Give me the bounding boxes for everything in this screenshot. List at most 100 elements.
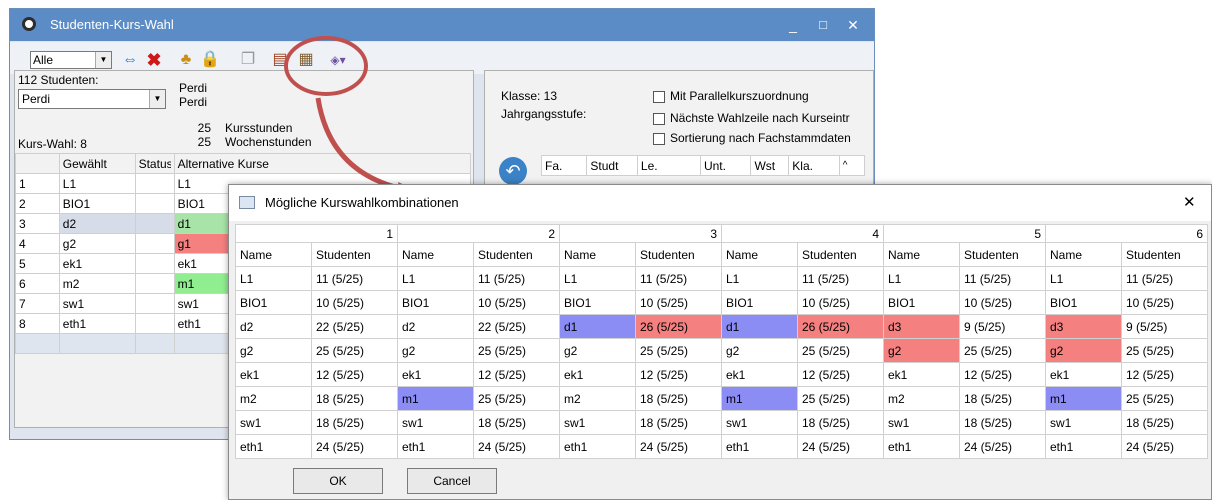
- students-cell[interactable]: 18 (5/25): [797, 410, 884, 435]
- course-name-cell[interactable]: L1: [397, 266, 474, 291]
- course-name-cell[interactable]: BIO1: [559, 290, 636, 315]
- table-row[interactable]: ek1 12 (5/25) ek1 12 (5/25) ek1 12 (5/25) ek1 1…: [235, 362, 1208, 387]
- course-name-cell[interactable]: eth1: [883, 434, 960, 459]
- students-cell[interactable]: 22 (5/25): [311, 314, 398, 339]
- students-cell[interactable]: 25 (5/25): [1121, 386, 1208, 411]
- students-cell[interactable]: 10 (5/25): [797, 290, 884, 315]
- course-name-cell[interactable]: g2: [397, 338, 474, 363]
- students-cell[interactable]: 10 (5/25): [635, 290, 722, 315]
- students-cell[interactable]: 12 (5/25): [635, 362, 722, 387]
- students-cell[interactable]: 24 (5/25): [473, 434, 560, 459]
- dialog-title-bar[interactable]: Mögliche Kurswahlkombinationen ✕: [229, 185, 1211, 221]
- students-cell[interactable]: 18 (5/25): [635, 410, 722, 435]
- students-cell[interactable]: 25 (5/25): [473, 338, 560, 363]
- course-name-cell[interactable]: m1: [721, 386, 798, 411]
- students-cell[interactable]: 26 (5/25): [797, 314, 884, 339]
- students-cell[interactable]: 12 (5/25): [959, 362, 1046, 387]
- course-name-cell[interactable]: BIO1: [1045, 290, 1122, 315]
- course-name-cell[interactable]: g2: [235, 338, 312, 363]
- ok-button[interactable]: OK: [293, 468, 383, 494]
- table-row[interactable]: d2 22 (5/25) d2 22 (5/25) d1 26 (5/25) d1 26 (5…: [235, 314, 1208, 339]
- students-cell[interactable]: 24 (5/25): [1121, 434, 1208, 459]
- students-cell[interactable]: 11 (5/25): [473, 266, 560, 291]
- table-row[interactable]: g2 25 (5/25) g2 25 (5/25) g2 25 (5/25) g2 25 (5…: [235, 338, 1208, 363]
- course-name-cell[interactable]: BIO1: [721, 290, 798, 315]
- students-cell[interactable]: 24 (5/25): [311, 434, 398, 459]
- students-cell[interactable]: 18 (5/25): [959, 410, 1046, 435]
- course-name-cell[interactable]: BIO1: [883, 290, 960, 315]
- course-name-cell[interactable]: d2: [397, 314, 474, 339]
- students-cell[interactable]: 9 (5/25): [959, 314, 1046, 339]
- students-cell[interactable]: 25 (5/25): [797, 338, 884, 363]
- students-cell[interactable]: 10 (5/25): [1121, 290, 1208, 315]
- course-name-cell[interactable]: d1: [559, 314, 636, 339]
- course-name-cell[interactable]: m2: [883, 386, 960, 411]
- table-row[interactable]: eth1 24 (5/25) eth1 24 (5/25) eth1 24 (5/25) e…: [235, 434, 1208, 459]
- course-name-cell[interactable]: ek1: [397, 362, 474, 387]
- students-cell[interactable]: 24 (5/25): [797, 434, 884, 459]
- table-row[interactable]: L1 11 (5/25) L1 11 (5/25) L1 11 (5/25) L1 11 (5…: [235, 266, 1208, 291]
- course-name-cell[interactable]: eth1: [559, 434, 636, 459]
- course-name-cell[interactable]: eth1: [721, 434, 798, 459]
- course-name-cell[interactable]: eth1: [397, 434, 474, 459]
- course-name-cell[interactable]: L1: [559, 266, 636, 291]
- students-cell[interactable]: 10 (5/25): [311, 290, 398, 315]
- course-name-cell[interactable]: L1: [883, 266, 960, 291]
- students-cell[interactable]: 18 (5/25): [311, 386, 398, 411]
- course-name-cell[interactable]: g2: [883, 338, 960, 363]
- students-cell[interactable]: 25 (5/25): [1121, 338, 1208, 363]
- course-name-cell[interactable]: BIO1: [397, 290, 474, 315]
- students-cell[interactable]: 18 (5/25): [959, 386, 1046, 411]
- table-row[interactable]: m2 18 (5/25) m1 25 (5/25) m2 18 (5/25) m1 25 (5…: [235, 386, 1208, 411]
- students-cell[interactable]: 11 (5/25): [311, 266, 398, 291]
- students-cell[interactable]: 24 (5/25): [635, 434, 722, 459]
- table-row[interactable]: sw1 18 (5/25) sw1 18 (5/25) sw1 18 (5/25) sw1 1…: [235, 410, 1208, 435]
- students-cell[interactable]: 10 (5/25): [473, 290, 560, 315]
- course-name-cell[interactable]: ek1: [559, 362, 636, 387]
- course-name-cell[interactable]: d1: [721, 314, 798, 339]
- course-name-cell[interactable]: sw1: [397, 410, 474, 435]
- dialog-close-button[interactable]: ✕: [1183, 193, 1196, 211]
- students-cell[interactable]: 25 (5/25): [959, 338, 1046, 363]
- course-name-cell[interactable]: m2: [559, 386, 636, 411]
- students-cell[interactable]: 11 (5/25): [959, 266, 1046, 291]
- students-cell[interactable]: 18 (5/25): [635, 386, 722, 411]
- students-cell[interactable]: 12 (5/25): [797, 362, 884, 387]
- course-name-cell[interactable]: eth1: [1045, 434, 1122, 459]
- students-cell[interactable]: 18 (5/25): [473, 410, 560, 435]
- course-name-cell[interactable]: ek1: [721, 362, 798, 387]
- course-name-cell[interactable]: sw1: [559, 410, 636, 435]
- students-cell[interactable]: 18 (5/25): [1121, 410, 1208, 435]
- course-name-cell[interactable]: sw1: [883, 410, 960, 435]
- students-cell[interactable]: 25 (5/25): [311, 338, 398, 363]
- students-cell[interactable]: 11 (5/25): [797, 266, 884, 291]
- course-name-cell[interactable]: ek1: [883, 362, 960, 387]
- course-name-cell[interactable]: sw1: [235, 410, 312, 435]
- students-cell[interactable]: 12 (5/25): [1121, 362, 1208, 387]
- course-name-cell[interactable]: g2: [559, 338, 636, 363]
- table-row[interactable]: BIO1 10 (5/25) BIO1 10 (5/25) BIO1 10 (5/25) B…: [235, 290, 1208, 315]
- course-name-cell[interactable]: L1: [1045, 266, 1122, 291]
- students-cell[interactable]: 18 (5/25): [311, 410, 398, 435]
- course-name-cell[interactable]: m1: [1045, 386, 1122, 411]
- course-name-cell[interactable]: d2: [235, 314, 312, 339]
- students-cell[interactable]: 25 (5/25): [797, 386, 884, 411]
- course-name-cell[interactable]: ek1: [1045, 362, 1122, 387]
- students-cell[interactable]: 24 (5/25): [959, 434, 1046, 459]
- course-name-cell[interactable]: d3: [883, 314, 960, 339]
- students-cell[interactable]: 11 (5/25): [1121, 266, 1208, 291]
- course-name-cell[interactable]: m1: [397, 386, 474, 411]
- students-cell[interactable]: 12 (5/25): [311, 362, 398, 387]
- students-cell[interactable]: 25 (5/25): [635, 338, 722, 363]
- course-name-cell[interactable]: sw1: [1045, 410, 1122, 435]
- course-name-cell[interactable]: g2: [721, 338, 798, 363]
- course-name-cell[interactable]: eth1: [235, 434, 312, 459]
- course-name-cell[interactable]: m2: [235, 386, 312, 411]
- students-cell[interactable]: 12 (5/25): [473, 362, 560, 387]
- course-name-cell[interactable]: sw1: [721, 410, 798, 435]
- course-name-cell[interactable]: BIO1: [235, 290, 312, 315]
- course-name-cell[interactable]: L1: [721, 266, 798, 291]
- students-cell[interactable]: 25 (5/25): [473, 386, 560, 411]
- course-name-cell[interactable]: d3: [1045, 314, 1122, 339]
- students-cell[interactable]: 11 (5/25): [635, 266, 722, 291]
